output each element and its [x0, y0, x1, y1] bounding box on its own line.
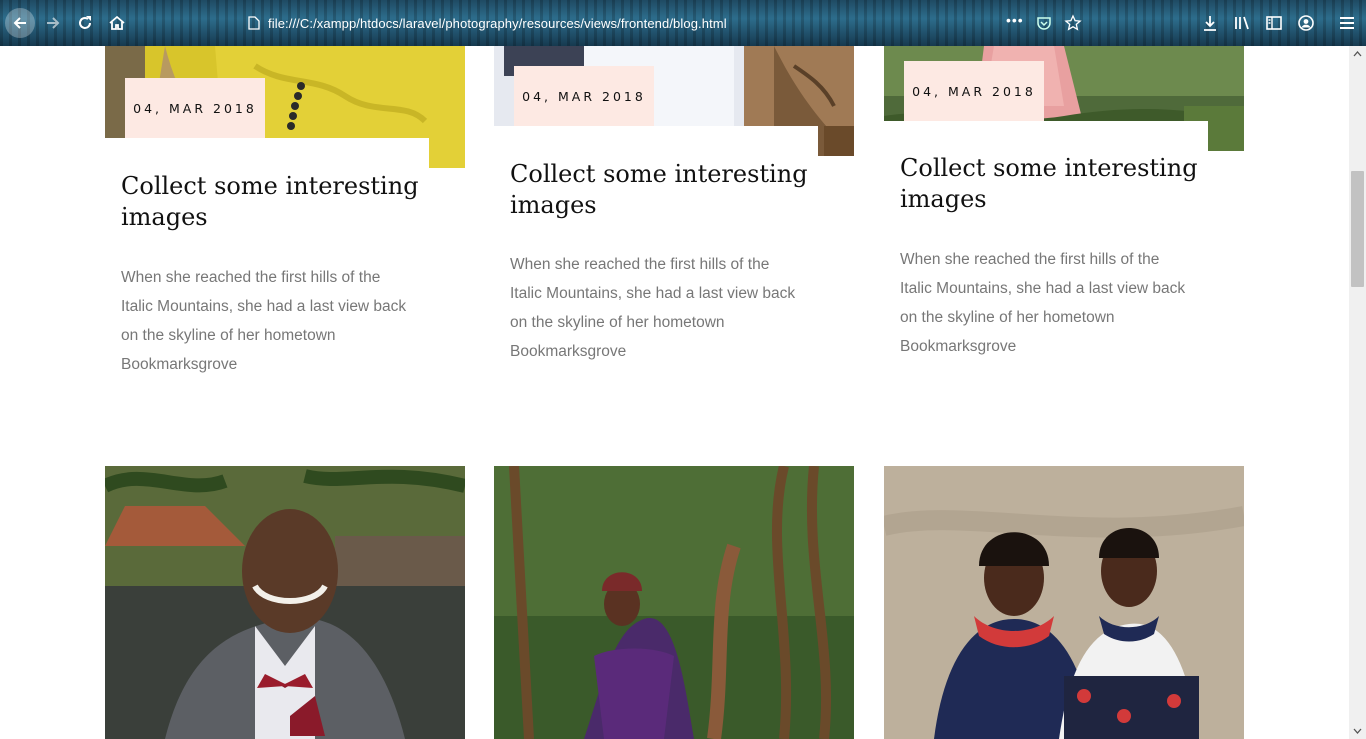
- browser-toolbar: file:///C:/xampp/htdocs/laravel/photogra…: [0, 0, 1366, 46]
- post-date-badge: 04, MAR 2018: [125, 78, 265, 138]
- page-scrollbar[interactable]: [1349, 46, 1366, 739]
- post-date-badge: 04, MAR 2018: [514, 66, 654, 126]
- post-excerpt: When she reached the first hills of the …: [900, 251, 1186, 355]
- scroll-thumb[interactable]: [1351, 171, 1364, 287]
- pocket-icon[interactable]: [1036, 15, 1052, 31]
- post-title[interactable]: Collect some interesting images: [900, 153, 1200, 215]
- two-women-photo[interactable]: [884, 466, 1244, 739]
- sidebar-button[interactable]: [1265, 14, 1283, 32]
- post-text-panel: [884, 121, 1208, 151]
- page-actions-button[interactable]: •••: [1006, 12, 1024, 28]
- man-in-grey-suit-photo[interactable]: [105, 466, 465, 739]
- account-button[interactable]: [1297, 14, 1315, 32]
- downloads-button[interactable]: [1201, 14, 1219, 32]
- woman-in-purple-dress-photo[interactable]: [494, 466, 854, 739]
- account-icon: [1298, 15, 1314, 31]
- back-button[interactable]: [5, 8, 35, 38]
- forward-icon: [47, 17, 60, 29]
- menu-button[interactable]: [1338, 14, 1356, 32]
- url-bar[interactable]: file:///C:/xampp/htdocs/laravel/photogra…: [240, 8, 1100, 38]
- home-icon: [109, 15, 125, 30]
- library-button[interactable]: [1233, 14, 1251, 32]
- back-icon: [13, 17, 26, 29]
- post-text-panel: [105, 138, 429, 168]
- bookmark-star-icon[interactable]: [1064, 14, 1082, 32]
- post-excerpt: When she reached the first hills of the …: [121, 269, 407, 373]
- scroll-down-icon[interactable]: [1353, 726, 1362, 735]
- sidebar-icon: [1266, 16, 1282, 30]
- page-icon: [248, 16, 260, 30]
- library-icon: [1235, 16, 1249, 30]
- scroll-up-icon[interactable]: [1353, 50, 1362, 59]
- post-excerpt: When she reached the first hills of the …: [510, 256, 796, 360]
- forward-button[interactable]: [38, 8, 68, 38]
- url-text[interactable]: file:///C:/xampp/htdocs/laravel/photogra…: [268, 16, 727, 31]
- post-text-panel: [494, 126, 818, 156]
- reload-icon: [79, 16, 91, 29]
- blog-page: 04, MAR 2018 Collect some interesting im…: [0, 46, 1349, 739]
- post-title[interactable]: Collect some interesting images: [510, 159, 810, 221]
- menu-icon: [1340, 17, 1354, 29]
- post-title[interactable]: Collect some interesting images: [121, 171, 421, 233]
- post-date-badge: 04, MAR 2018: [904, 61, 1044, 121]
- reload-button[interactable]: [70, 8, 100, 38]
- downloads-icon: [1204, 16, 1216, 31]
- home-button[interactable]: [102, 8, 132, 38]
